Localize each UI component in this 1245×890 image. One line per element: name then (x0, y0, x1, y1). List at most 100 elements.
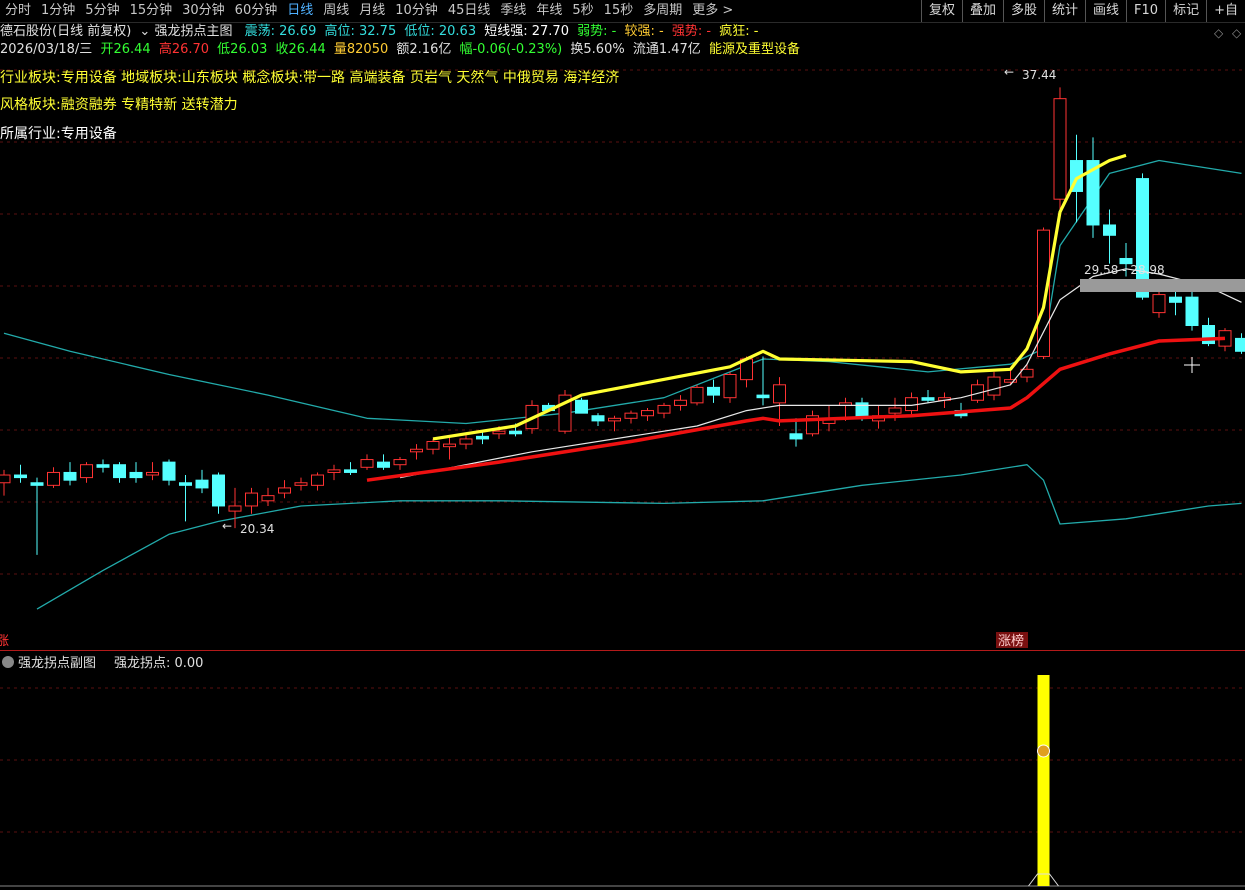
candle (707, 379, 720, 403)
candle-body (228, 505, 242, 512)
candle-body (707, 386, 720, 396)
chevron-down-icon[interactable] (2, 656, 14, 668)
candle-body (360, 459, 374, 468)
candle (195, 469, 209, 494)
candle-body (1235, 337, 1245, 352)
candle-body (195, 479, 209, 489)
candle-body (1037, 229, 1050, 357)
candle (261, 487, 275, 506)
candle (756, 356, 770, 406)
candle-body (509, 430, 522, 435)
candle (591, 413, 605, 427)
candle-body (278, 487, 291, 494)
candle-body (426, 441, 440, 450)
candle-body (245, 492, 258, 507)
candle-body (179, 482, 192, 486)
candle (245, 487, 258, 514)
candle (608, 415, 621, 432)
candle (344, 462, 357, 476)
candle (789, 418, 803, 447)
candle-body (311, 474, 324, 486)
candle-body (393, 459, 407, 466)
candle (575, 397, 588, 414)
candle-body (575, 399, 588, 414)
candle-body (641, 410, 654, 417)
candle-body (377, 461, 390, 468)
candle (921, 389, 935, 403)
candle-body (921, 397, 935, 401)
candle (278, 480, 291, 499)
candle-body (443, 443, 456, 448)
candle-body (476, 435, 489, 440)
candle (63, 462, 77, 486)
candle (641, 408, 654, 421)
candle (327, 464, 341, 481)
signal-bar-rect (1037, 675, 1050, 886)
candle-body (30, 482, 44, 486)
candle-body (690, 386, 704, 404)
candle (80, 462, 93, 483)
candle-body (756, 394, 770, 399)
candle (674, 395, 687, 411)
candle-body (987, 376, 1001, 396)
candle (96, 459, 110, 473)
band-upper-line (3, 159, 1242, 425)
candle-body (113, 464, 126, 479)
main-chart[interactable]: 29.58 - 28.98 37.44 ← 20.34 ← 涨榜 涨 (0, 0, 1245, 650)
candle-body (14, 474, 27, 479)
candle (657, 402, 671, 419)
sub-chart[interactable]: 强龙拐点副图 强龙拐点: 0.00 (0, 651, 1245, 890)
candle-body (492, 430, 506, 435)
candle-body (723, 373, 737, 399)
candle (459, 433, 473, 450)
range-box (1080, 279, 1245, 292)
candle-body (608, 417, 621, 422)
candle (1169, 292, 1182, 316)
candle-body (80, 464, 93, 479)
candle (443, 436, 456, 460)
candle (393, 456, 407, 470)
candle-body (0, 474, 11, 484)
left-marker: 涨 (0, 634, 9, 649)
candle (1086, 137, 1100, 238)
mid-line (399, 268, 1242, 479)
candle-body (773, 384, 786, 404)
candle-body (261, 495, 275, 502)
high-label: 37.44 (1022, 68, 1056, 82)
candle-body (1020, 368, 1034, 378)
candle-body (327, 469, 341, 473)
candle-body (789, 433, 803, 440)
candles (0, 87, 1245, 555)
candle (377, 454, 390, 470)
candle-body (624, 412, 638, 419)
candle (1235, 333, 1245, 354)
candle-body (63, 471, 77, 481)
sub-value: 强龙拐点: 0.00 (114, 656, 203, 671)
candle (1020, 364, 1034, 383)
candle-body (344, 469, 357, 473)
candle (47, 467, 60, 488)
range-label: 29.58 - 28.98 (1084, 263, 1165, 277)
candle-body (1053, 98, 1067, 200)
candle-body (459, 438, 473, 445)
candle (426, 438, 440, 455)
candle-body (674, 399, 687, 406)
candle (146, 462, 159, 481)
candle-body (1185, 296, 1199, 327)
candle (1185, 292, 1199, 331)
candle-body (162, 461, 176, 481)
candle (690, 384, 704, 406)
candle-body (1169, 296, 1182, 303)
candle (806, 410, 819, 437)
candle (113, 462, 126, 483)
high-arrow: ← (1004, 65, 1014, 79)
candle (129, 462, 143, 483)
candle (905, 392, 918, 416)
candle (1103, 209, 1116, 264)
candle-body (1103, 224, 1116, 236)
candle-body (47, 471, 60, 486)
candle (360, 454, 374, 470)
candle (1004, 369, 1017, 385)
candle-body (1152, 294, 1166, 314)
candle-body (96, 464, 110, 468)
